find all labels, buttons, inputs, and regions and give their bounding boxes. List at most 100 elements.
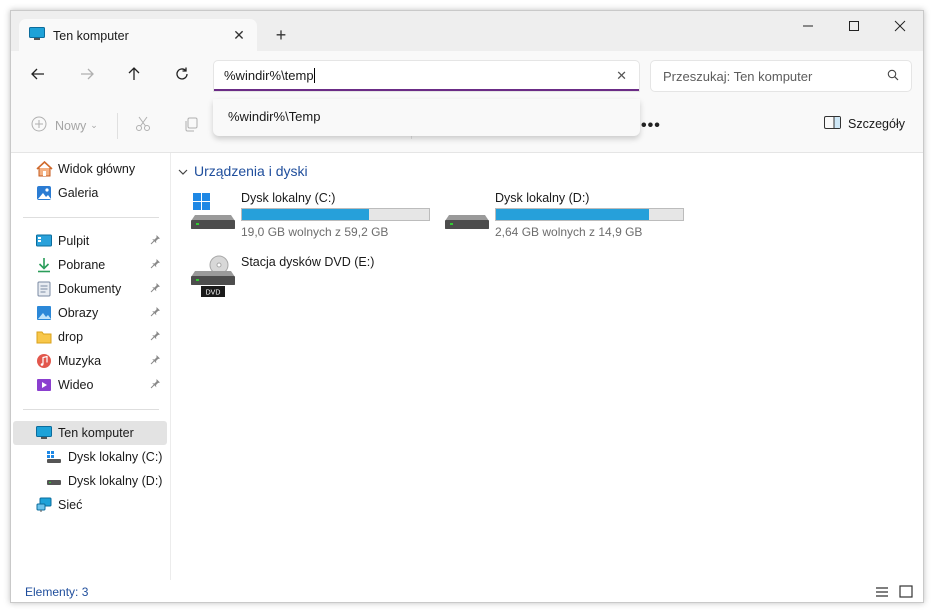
sidebar-item-video[interactable]: Wideo bbox=[13, 373, 167, 397]
details-button[interactable]: Szczegóły bbox=[824, 116, 905, 132]
sidebar-item-label: Galeria bbox=[58, 186, 99, 200]
clear-address-icon[interactable]: ✕ bbox=[616, 68, 627, 84]
close-window-button[interactable] bbox=[877, 11, 923, 41]
drive-usage-bar bbox=[495, 208, 684, 221]
pictures-icon bbox=[35, 304, 53, 322]
arrow-right-icon bbox=[79, 66, 95, 85]
home-icon bbox=[35, 160, 53, 178]
details-pane-icon bbox=[824, 116, 842, 132]
sidebar-divider bbox=[23, 217, 159, 218]
pin-icon[interactable] bbox=[150, 378, 161, 392]
item-count: Elementy: 3 bbox=[25, 585, 89, 599]
pin-icon[interactable] bbox=[150, 330, 161, 344]
address-bar-row: %windir%\temp ✕ Przeszukaj: Ten komputer bbox=[11, 51, 923, 99]
drive-usage-fill bbox=[496, 209, 650, 220]
drive-usage-bar bbox=[241, 208, 430, 221]
sidebar-item-label: drop bbox=[58, 330, 84, 344]
sidebar-item-label: Dysk lokalny (D:) bbox=[68, 474, 163, 488]
forward-button[interactable] bbox=[72, 63, 102, 87]
refresh-button[interactable] bbox=[167, 63, 197, 87]
sidebar-divider bbox=[23, 409, 159, 410]
sidebar-item-label: Dokumenty bbox=[58, 282, 122, 296]
scissors-icon bbox=[135, 116, 151, 135]
drive-name: Stacja dysków DVD (E:) bbox=[241, 255, 375, 269]
copy-icon bbox=[183, 116, 199, 135]
chevron-down-icon bbox=[178, 163, 188, 179]
sidebar-item-pictures[interactable]: Obrazy bbox=[13, 301, 167, 325]
sidebar-item-drive-d[interactable]: Dysk lokalny (D:) bbox=[13, 469, 167, 493]
new-label: Nowy bbox=[55, 118, 87, 133]
more-options-button[interactable]: ••• bbox=[641, 117, 661, 135]
group-header[interactable]: Urządzenia i dyski bbox=[178, 163, 308, 179]
back-button[interactable] bbox=[23, 63, 53, 87]
drive-icon bbox=[45, 448, 63, 466]
music-icon bbox=[35, 352, 53, 370]
sidebar-item-label: Widok główny bbox=[58, 162, 136, 176]
up-button[interactable] bbox=[119, 63, 149, 87]
drive-name: Dysk lokalny (C:) bbox=[241, 191, 336, 205]
cut-button[interactable] bbox=[135, 116, 151, 135]
pin-icon[interactable] bbox=[150, 234, 161, 248]
pin-icon[interactable] bbox=[150, 258, 161, 272]
dvd-drive-icon: DVD bbox=[191, 255, 241, 305]
folder-icon bbox=[35, 328, 53, 346]
documents-icon bbox=[35, 280, 53, 298]
video-icon bbox=[35, 376, 53, 394]
new-button[interactable]: Nowy ⌄ bbox=[31, 116, 98, 135]
sidebar-item-label: Ten komputer bbox=[58, 426, 134, 440]
sidebar-item-downloads[interactable]: Pobrane bbox=[13, 253, 167, 277]
copy-button[interactable] bbox=[183, 116, 199, 135]
sidebar-item-desktop[interactable]: Pulpit bbox=[13, 229, 167, 253]
sidebar-item-music[interactable]: Muzyka bbox=[13, 349, 167, 373]
address-value: %windir%\temp bbox=[224, 68, 315, 83]
tab-ten-komputer[interactable]: Ten komputer ✕ bbox=[19, 19, 257, 52]
group-title: Urządzenia i dyski bbox=[194, 163, 308, 179]
search-placeholder: Przeszukaj: Ten komputer bbox=[663, 69, 813, 84]
drive-icon bbox=[45, 472, 63, 490]
sidebar-item-drive-c[interactable]: Dysk lokalny (C:) bbox=[13, 445, 167, 469]
sidebar-item-label: Muzyka bbox=[58, 354, 102, 368]
drive-icon bbox=[445, 191, 495, 241]
drive-item-d[interactable]: Dysk lokalny (D:) 2,64 GB wolnych z 14,9… bbox=[445, 191, 695, 241]
drive-item-c[interactable]: Dysk lokalny (C:) 19,0 GB wolnych z 59,2… bbox=[191, 191, 441, 241]
sidebar-item-documents[interactable]: Dokumenty bbox=[13, 277, 167, 301]
sidebar-item-label: Obrazy bbox=[58, 306, 99, 320]
details-view-icon[interactable] bbox=[875, 586, 889, 601]
drive-free-space: 19,0 GB wolnych z 59,2 GB bbox=[241, 225, 389, 239]
sidebar-item-home[interactable]: Widok główny bbox=[13, 157, 167, 181]
sidebar-item-drop[interactable]: drop bbox=[13, 325, 167, 349]
close-tab-icon[interactable]: ✕ bbox=[229, 25, 249, 45]
maximize-button[interactable] bbox=[831, 11, 877, 41]
sidebar-item-label: Wideo bbox=[58, 378, 94, 392]
new-tab-button[interactable]: + bbox=[269, 23, 293, 47]
sidebar-item-label: Pulpit bbox=[58, 234, 90, 248]
address-suggestions: %windir%\Temp bbox=[213, 99, 640, 136]
title-bar: Ten komputer ✕ + bbox=[11, 11, 923, 52]
sidebar-item-label: Dysk lokalny (C:) bbox=[68, 450, 163, 464]
arrow-left-icon bbox=[30, 66, 46, 85]
sidebar-item-this-pc[interactable]: Ten komputer bbox=[13, 421, 167, 445]
drive-usage-fill bbox=[242, 209, 370, 220]
pin-icon[interactable] bbox=[150, 282, 161, 296]
gallery-icon bbox=[35, 184, 53, 202]
status-bar: Elementy: 3 bbox=[11, 580, 923, 602]
sidebar-item-label: Sieć bbox=[58, 498, 83, 512]
arrow-up-icon bbox=[126, 66, 142, 85]
suggestion-item[interactable]: %windir%\Temp bbox=[228, 109, 320, 124]
address-input[interactable]: %windir%\temp ✕ bbox=[214, 61, 639, 91]
drive-item-dvd[interactable]: DVD Stacja dysków DVD (E:) bbox=[191, 255, 441, 305]
minimize-button[interactable] bbox=[785, 11, 831, 41]
computer-icon bbox=[35, 424, 53, 442]
windows-drive-icon bbox=[191, 191, 241, 241]
tiles-view-icon[interactable] bbox=[899, 585, 913, 601]
download-icon bbox=[35, 256, 53, 274]
search-input[interactable]: Przeszukaj: Ten komputer bbox=[651, 61, 911, 91]
pin-icon[interactable] bbox=[150, 306, 161, 320]
sidebar-item-gallery[interactable]: Galeria bbox=[13, 181, 167, 205]
sidebar-item-network[interactable]: Sieć bbox=[13, 493, 167, 517]
computer-icon bbox=[29, 27, 45, 44]
pin-icon[interactable] bbox=[150, 354, 161, 368]
navigation-pane: Widok główny Galeria Pulpit Pobrane Doku… bbox=[11, 153, 171, 580]
drive-free-space: 2,64 GB wolnych z 14,9 GB bbox=[495, 225, 643, 239]
content-pane: Urządzenia i dyski Dysk lokalny (C:) 19,… bbox=[172, 153, 923, 580]
